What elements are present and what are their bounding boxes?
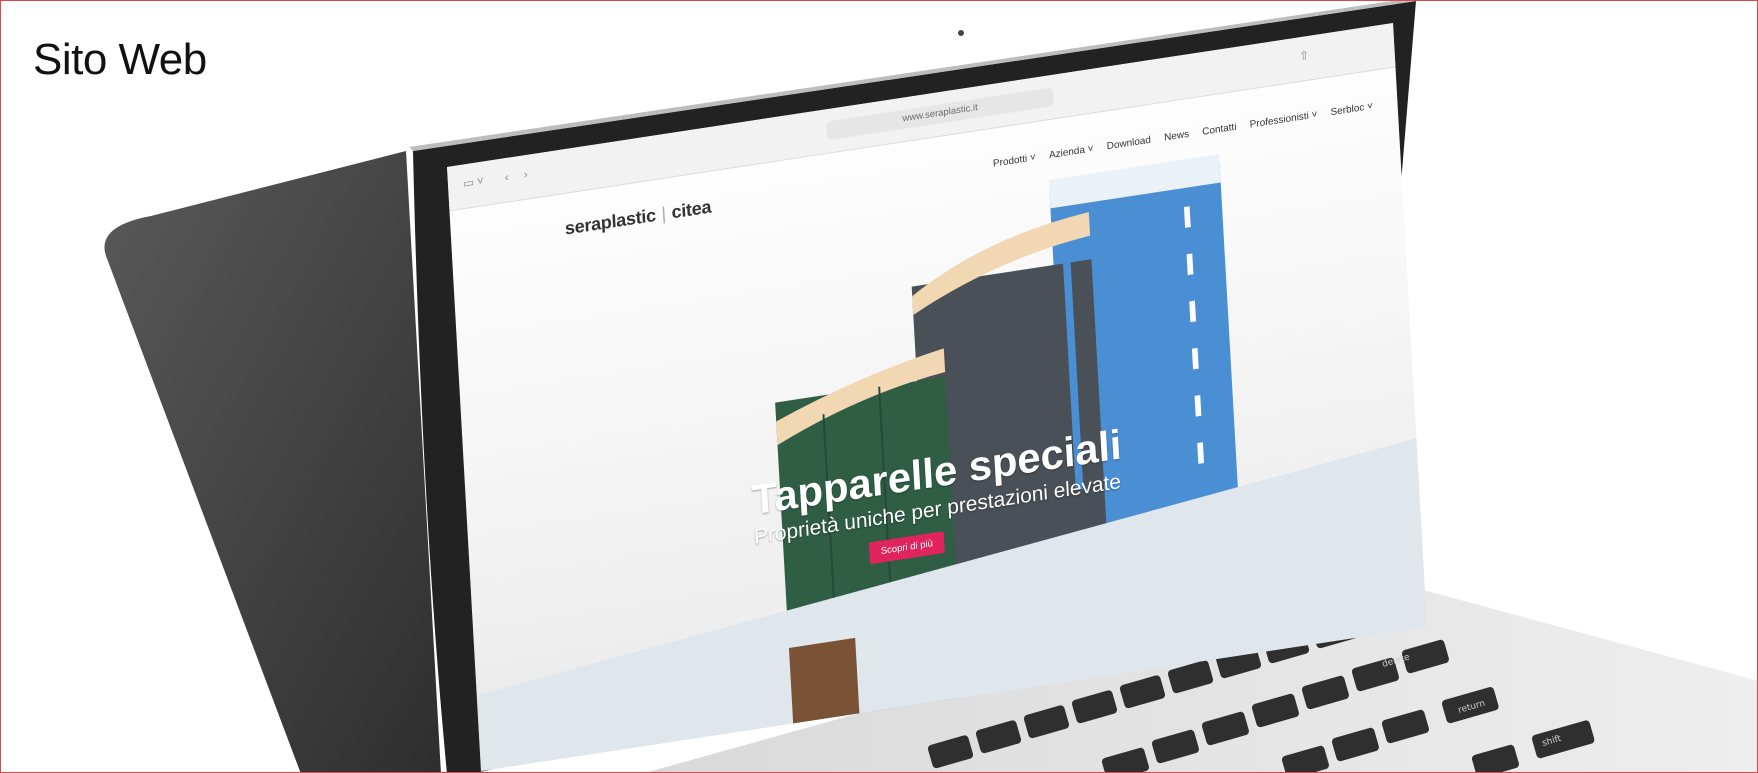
page-title: Sito Web [33, 35, 207, 84]
camera-icon [958, 30, 964, 36]
slide-frame: delete return shift ▭ ˅ ‹ › www.seraplas… [0, 0, 1758, 773]
laptop-lid-back [104, 151, 441, 772]
